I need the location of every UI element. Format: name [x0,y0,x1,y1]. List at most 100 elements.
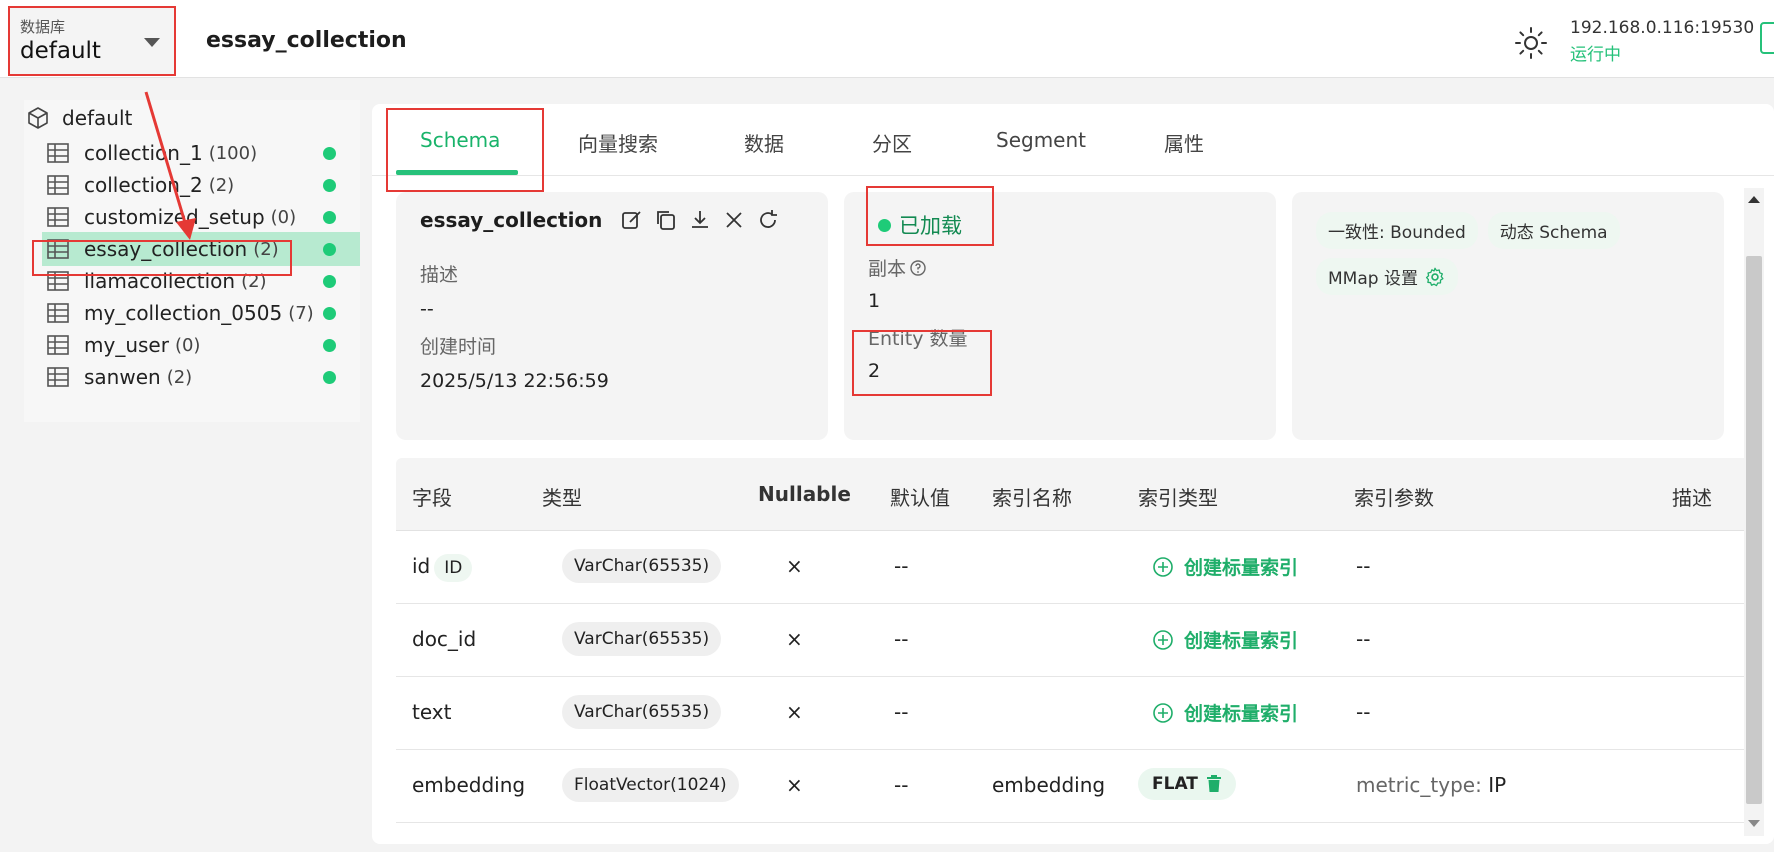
field-name-cell: id ID [412,554,473,582]
table-header: 字段 类型 Nullable 默认值 索引名称 索引类型 索引参数 描述 [396,458,1756,531]
col-description: 描述 [1672,486,1712,510]
collection-count: (100) [208,142,258,164]
field-name: text [412,700,452,724]
sidebar-item-collection[interactable]: collection_2 (2) [42,168,360,202]
close-icon[interactable] [722,208,746,232]
collection-name: my_collection_0505 [84,301,283,325]
mmap-settings[interactable]: MMap 设置 [1316,258,1458,295]
status-dot [323,339,336,352]
tab-data[interactable]: 数据 [744,128,784,157]
scroll-up-arrow-icon[interactable] [1748,196,1760,203]
mmap-settings-label: MMap 设置 [1328,269,1418,289]
table-row: embedding FloatVector(1024) × -- embeddi… [396,750,1756,823]
load-status-text: 已加载 [899,214,962,238]
create-scalar-index-button[interactable]: 创建标量索引 [1152,699,1298,726]
tab-partitions[interactable]: 分区 [872,128,912,157]
collection-count: (0) [174,334,201,356]
scroll-down-arrow-icon[interactable] [1748,820,1760,827]
sidebar-item-collection[interactable]: my_collection_0505 (7) [42,296,360,330]
collection-name: customized_setup [84,205,265,229]
replica-label-wrap: 副本 [868,254,927,281]
table-icon [47,175,69,195]
tree-root-label: default [62,106,133,130]
sidebar-item-collection[interactable]: customized_setup (0) [42,200,360,234]
collection-detail-panel: Schema 向量搜索 数据 分区 Segment 属性 essay_colle… [372,104,1774,844]
scrollbar-thumb[interactable] [1746,256,1762,804]
index-param-key: metric_type: [1356,773,1482,797]
field-name: embedding [412,773,526,797]
help-icon[interactable] [909,259,927,277]
sidebar-item-collection[interactable]: llamacollection (2) [42,264,360,298]
description-value: -- [420,298,434,320]
primary-key-badge: ID [434,554,473,582]
sidebar-item-collection[interactable]: collection_1 (100) [42,136,360,170]
entity-count-label: Entity 数量 [868,328,968,350]
tab-vector-search[interactable]: 向量搜索 [578,128,658,157]
nullable-value: × [786,700,803,724]
edit-icon[interactable] [620,208,644,232]
top-bar: 数据库 default essay_collection 192.168.0.1… [0,0,1774,78]
index-param-value: IP [1488,773,1507,797]
create-scalar-index-button[interactable]: 创建标量索引 [1152,553,1298,580]
load-status-card: 已加载 副本 1 Entity 数量 2 [844,192,1276,440]
create-scalar-index-button[interactable]: 创建标量索引 [1152,626,1298,653]
status-dot [323,371,336,384]
table-icon [47,271,69,291]
field-name: id [412,554,431,578]
description-label: 描述 [420,264,459,286]
tree-root-database[interactable]: default [26,104,132,132]
collection-count: (2) [253,238,279,260]
collection-name: collection_1 [84,141,203,165]
field-type-chip: VarChar(65535) [562,695,722,729]
col-index-params: 索引参数 [1354,486,1434,510]
create-index-label: 创建标量索引 [1184,630,1299,652]
copy-icon[interactable] [654,208,678,232]
default-value: -- [894,700,909,724]
status-dot [323,211,336,224]
status-dot [323,179,336,192]
status-dot [323,147,336,160]
table-row: doc_id VarChar(65535) × -- 创建标量索引 -- [396,604,1756,677]
collection-count: (2) [241,270,267,292]
status-dot [323,307,336,320]
plus-circle-icon [1153,702,1173,723]
database-select[interactable]: 数据库 default [8,6,176,76]
index-type-label: FLAT [1152,774,1198,794]
field-name: doc_id [412,627,477,651]
table-row: text VarChar(65535) × -- 创建标量索引 -- [396,677,1756,750]
index-params-value: -- [1356,627,1371,651]
field-type-chip: FloatVector(1024) [562,768,739,802]
gear-icon[interactable] [1424,266,1446,288]
created-label: 创建时间 [420,336,497,358]
nullable-value: × [786,554,803,578]
collection-name: sanwen [84,365,161,389]
active-tab-indicator [396,170,518,175]
col-default: 默认值 [890,486,950,510]
trash-icon[interactable] [1206,775,1222,793]
entity-count-value: 2 [868,360,881,382]
col-nullable: Nullable [758,482,851,506]
create-index-label: 创建标量索引 [1184,557,1299,579]
tab-properties[interactable]: 属性 [1164,128,1204,157]
col-index-type: 索引类型 [1138,486,1218,510]
sidebar-item-collection-selected[interactable]: essay_collection (2) [42,232,360,266]
refresh-icon[interactable] [756,208,780,232]
table-icon [47,239,69,259]
collection-info-card: essay_collection 描述 -- 创建时间 2025/5/13 22… [396,192,828,440]
collection-name: my_user [84,333,169,357]
created-value: 2025/5/13 22:56:59 [420,370,609,392]
sidebar-item-collection[interactable]: sanwen (2) [42,360,360,394]
theme-toggle-icon[interactable] [1514,26,1548,60]
tab-schema[interactable]: Schema [420,128,500,152]
create-index-label: 创建标量索引 [1184,703,1299,725]
index-params-cell: metric_type: IP [1356,773,1506,797]
sidebar-item-collection[interactable]: my_user (0) [42,328,360,362]
table-row: id ID VarChar(65535) × -- 创建标量索引 -- [396,531,1756,604]
download-icon[interactable] [688,208,712,232]
table-icon [47,303,69,323]
default-value: -- [894,627,909,651]
tab-segment[interactable]: Segment [996,128,1086,152]
logout-icon[interactable] [1760,22,1774,54]
col-field: 字段 [412,486,452,510]
field-type-chip: VarChar(65535) [562,622,722,656]
